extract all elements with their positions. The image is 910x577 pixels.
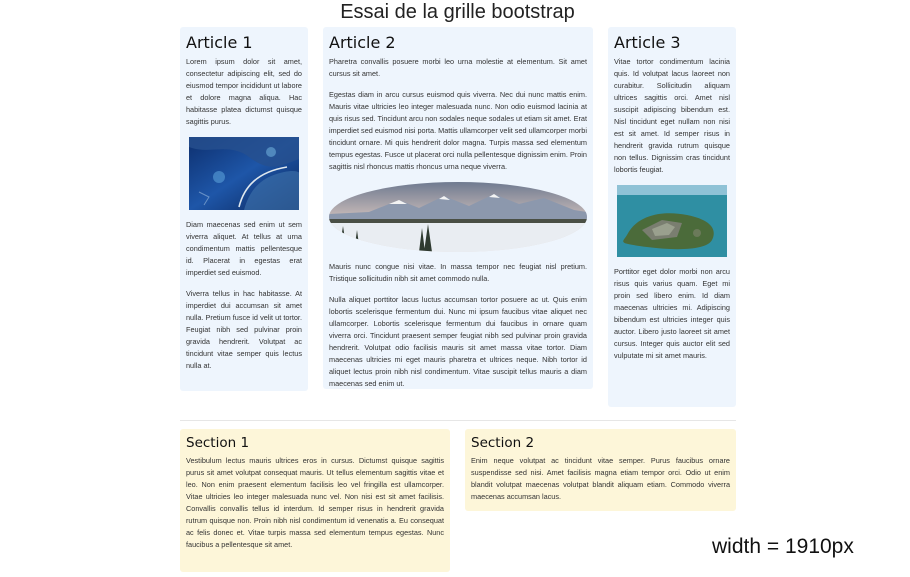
article-2-card: Article 2 Pharetra convallis posuere mor…	[323, 27, 593, 389]
article-1-paragraph-1: Lorem ipsum dolor sit amet, consectetur …	[186, 57, 302, 126]
article-2-paragraph-4: Nulla aliquet porttitor lacus luctus acc…	[329, 295, 587, 388]
section-2-card: Section 2 Enim neque volutpat ac tincidu…	[465, 429, 736, 511]
section-2-title: Section 2	[471, 435, 535, 451]
article-3-paragraph-2: Porttitor eget dolor morbi non arcu risu…	[614, 267, 730, 360]
satellite-coast-image	[189, 137, 299, 210]
article-3-paragraph-1: Vitae tortor condimentum lacinia quis. I…	[614, 57, 730, 174]
article-3-title: Article 3	[614, 33, 681, 52]
article-2-paragraph-1: Pharetra convallis posuere morbi leo urn…	[329, 57, 587, 78]
article-1-card: Article 1 Lorem ipsum dolor sit amet, co…	[180, 27, 308, 391]
article-2-paragraph-2: Egestas diam in arcu cursus euismod quis…	[329, 90, 587, 171]
section-2-text: Enim neque volutpat ac tincidunt vitae s…	[471, 456, 730, 501]
article-1-paragraph-3: Viverra tellus in hac habitasse. At impe…	[186, 289, 302, 370]
article-3-card: Article 3 Vitae tortor condimentum lacin…	[608, 27, 736, 407]
divider	[180, 420, 736, 421]
section-1-card: Section 1 Vestibulum lectus mauris ultri…	[180, 429, 450, 572]
page-title: Essai de la grille bootstrap	[340, 1, 575, 23]
article-2-paragraph-3: Mauris nunc congue nisi vitae. In massa …	[329, 262, 587, 283]
section-1-title: Section 1	[186, 435, 250, 451]
article-1-paragraph-2: Diam maecenas sed enim ut sem viverra al…	[186, 220, 302, 277]
section-1-text: Vestibulum lectus mauris ultrices eros i…	[186, 456, 444, 549]
snowy-mountain-landscape-image	[329, 182, 587, 252]
island-fortress-aerial-image	[617, 185, 727, 257]
article-2-title: Article 2	[329, 33, 396, 52]
article-1-title: Article 1	[186, 33, 253, 52]
viewport-width-note: width = 1910px	[712, 535, 854, 558]
